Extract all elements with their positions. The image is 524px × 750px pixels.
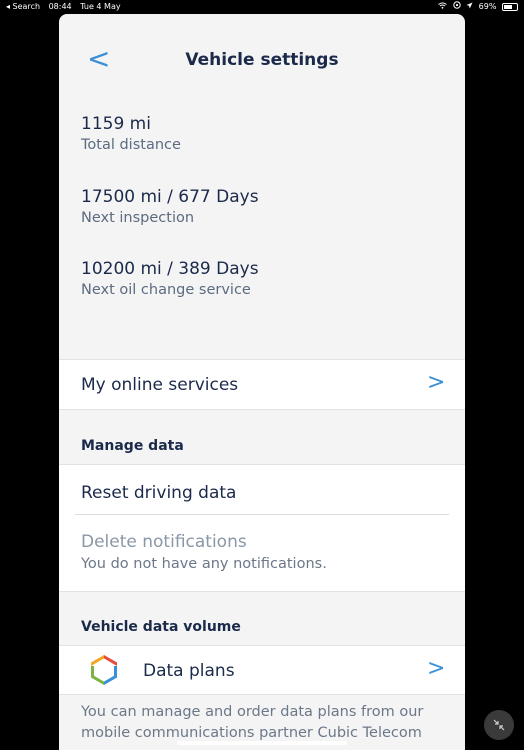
stat-label: Next oil change service <box>81 282 251 298</box>
screen-lock-icon <box>452 1 464 11</box>
stat-value: 1159 mi <box>81 114 151 134</box>
divider <box>75 514 449 515</box>
battery-percent: 69% <box>478 2 497 11</box>
header: < Vehicle settings <box>59 14 465 104</box>
stat-total-distance: 1159 mi Total distance <box>81 114 181 153</box>
stat-value: 17500 mi / 677 Days <box>81 187 259 207</box>
status-time: 08:44 <box>48 2 72 11</box>
collapse-arrows-icon[interactable] <box>484 710 514 740</box>
chevron-right-icon[interactable]: > <box>427 656 445 681</box>
status-date: Tue 4 May <box>80 2 121 11</box>
manage-data-group: Reset driving data Delete notifications … <box>59 464 465 592</box>
delete-notifications-label: Delete notifications <box>81 532 247 552</box>
data-plans-description: You can manage and order data plans from… <box>81 704 424 741</box>
stat-label: Next inspection <box>81 210 195 226</box>
stat-next-inspection: 17500 mi / 677 Days Next inspection <box>81 187 259 226</box>
stat-next-oil-change: 10200 mi / 389 Days Next oil change serv… <box>81 259 259 298</box>
delete-notifications-item[interactable]: Delete notifications You do not have any… <box>81 532 327 572</box>
page-title: Vehicle settings <box>185 50 339 70</box>
manage-data-heading: Manage data <box>81 438 184 454</box>
delete-notifications-subtitle: You do not have any notifications. <box>81 556 327 572</box>
vehicle-data-volume-heading: Vehicle data volume <box>81 619 241 635</box>
wifi-icon <box>438 2 450 11</box>
stat-label: Total distance <box>81 137 181 153</box>
vehicle-settings-sheet: < Vehicle settings 1159 mi Total distanc… <box>59 14 465 750</box>
my-online-services-row[interactable]: My online services > <box>59 359 465 410</box>
status-bar: ◂ Search 08:44 Tue 4 May 69% <box>0 0 524 14</box>
data-plans-cube-icon <box>87 653 121 691</box>
chevron-right-icon[interactable]: > <box>427 370 445 395</box>
home-indicator[interactable] <box>177 741 347 745</box>
data-plans-row[interactable]: Data plans > <box>59 645 465 695</box>
back-to-search-link[interactable]: ◂ Search <box>6 2 40 11</box>
location-icon <box>466 2 476 11</box>
my-online-services-label: My online services <box>81 375 239 395</box>
stat-value: 10200 mi / 389 Days <box>81 259 259 279</box>
reset-driving-data-button[interactable]: Reset driving data <box>81 483 236 503</box>
battery-icon <box>502 2 518 11</box>
data-plans-label: Data plans <box>143 661 235 681</box>
